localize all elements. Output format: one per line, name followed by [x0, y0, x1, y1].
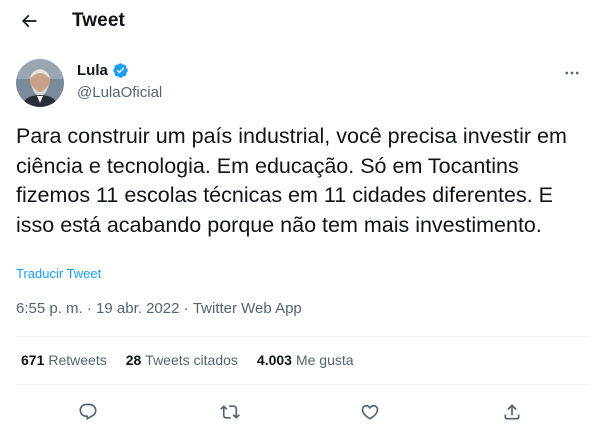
divider [16, 336, 588, 337]
likes-count: 4.003 [256, 352, 292, 368]
tweet-time[interactable]: 6:55 p. m. [16, 300, 83, 317]
header: Tweet [0, 0, 604, 43]
tweet-stats: 671 Retweets 28 Tweets citados 4.003 Me … [21, 352, 354, 368]
share-button[interactable] [497, 397, 527, 427]
share-icon [504, 404, 520, 420]
tweet-source[interactable]: Twitter Web App [193, 300, 302, 317]
likes-label: Me gusta [295, 352, 354, 368]
more-icon [565, 71, 579, 75]
retweets-count: 671 [21, 352, 45, 368]
likes-stat[interactable]: 4.003 Me gusta [257, 352, 354, 368]
arrow-left-icon [21, 14, 37, 28]
author-name[interactable]: Lula [77, 62, 129, 79]
quotes-count: 28 [125, 352, 142, 368]
like-button[interactable] [355, 397, 385, 427]
reply-icon [79, 403, 97, 421]
quotes-stat[interactable]: 28 Tweets citados [126, 352, 238, 368]
avatar-image [16, 59, 64, 107]
author-name-label: Lula [77, 62, 108, 79]
page-title: Tweet [72, 10, 125, 31]
avatar[interactable] [16, 59, 64, 107]
tweet-date[interactable]: 19 abr. 2022 [96, 300, 179, 317]
retweets-stat[interactable]: 671 Retweets [21, 352, 107, 368]
meta-separator: · [82, 300, 97, 317]
retweets-label: Retweets [48, 352, 107, 368]
reply-button[interactable] [73, 397, 103, 427]
tweet-meta: 6:55 p. m. · 19 abr. 2022 · Twitter Web … [16, 300, 302, 317]
retweet-icon [220, 405, 240, 419]
quotes-label: Tweets citados [145, 352, 238, 368]
back-button[interactable] [12, 4, 46, 38]
tweet-actions [0, 397, 604, 427]
translate-tweet-link[interactable]: Traducir Tweet [16, 266, 101, 281]
tweet-text: Para construir um país industrial, você … [16, 124, 567, 237]
like-icon [361, 404, 379, 420]
divider [16, 384, 588, 385]
meta-separator: · [179, 300, 193, 317]
retweet-button[interactable] [215, 397, 245, 427]
verified-badge-icon [113, 63, 128, 78]
more-options-button[interactable] [557, 60, 587, 86]
author-handle[interactable]: @LulaOficial [77, 84, 162, 101]
